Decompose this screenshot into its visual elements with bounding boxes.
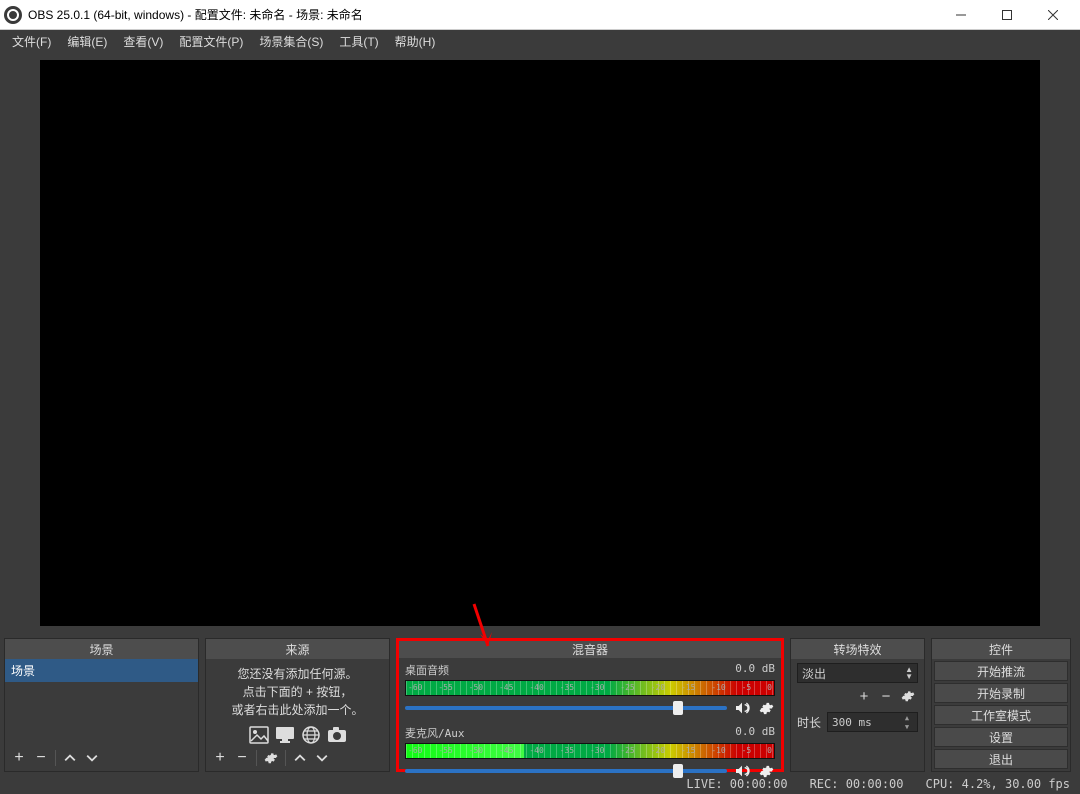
scene-remove-button[interactable]: − [31, 748, 51, 768]
transition-select-value: 淡出 [802, 665, 826, 682]
chevron-updown-icon: ▲▼ [905, 666, 913, 680]
dock-controls-header[interactable]: 控件 [932, 639, 1070, 659]
scene-item[interactable]: 场景 [5, 659, 198, 682]
mixer-channel-name: 桌面音频 [405, 662, 449, 678]
menu-scene-collection[interactable]: 场景集合(S) [251, 31, 331, 52]
globe-icon [300, 725, 322, 745]
maximize-button[interactable] [984, 0, 1030, 30]
scene-up-button[interactable] [60, 748, 80, 768]
dock-sources: 来源 您还没有添加任何源。 点击下面的 + 按钮， 或者右击此处添加一个。 + … [205, 638, 390, 772]
mixer-volume-slider[interactable] [405, 769, 727, 773]
duration-value: 300 ms [832, 716, 872, 729]
sources-hint-line: 您还没有添加任何源。 [214, 665, 381, 683]
start-stream-button[interactable]: 开始推流 [934, 661, 1068, 681]
minimize-button[interactable] [938, 0, 984, 30]
source-down-button[interactable] [312, 748, 332, 768]
dock-transitions: 转场特效 淡出 ▲▼ + − 时长 300 ms ▲▼ [790, 638, 925, 772]
mixer-meter: -60-55-50-45-40-35-30-25-20-15-10-50 [405, 743, 775, 759]
sources-hint: 您还没有添加任何源。 点击下面的 + 按钮， 或者右击此处添加一个。 [206, 659, 389, 725]
close-button[interactable] [1030, 0, 1076, 30]
gear-icon[interactable] [757, 699, 775, 717]
duration-label: 时长 [797, 714, 821, 731]
menu-help[interactable]: 帮助(H) [387, 31, 444, 52]
mixer-volume-slider[interactable] [405, 706, 727, 710]
spinner-arrows-icon[interactable]: ▲▼ [901, 713, 913, 731]
speaker-icon[interactable] [733, 762, 751, 780]
menubar: 文件(F) 编辑(E) 查看(V) 配置文件(P) 场景集合(S) 工具(T) … [0, 30, 1080, 52]
sources-hint-line: 点击下面的 + 按钮， [214, 683, 381, 701]
exit-button[interactable]: 退出 [934, 749, 1068, 769]
menu-tools[interactable]: 工具(T) [331, 31, 386, 52]
status-cpu: CPU: 4.2%, 30.00 fps [926, 777, 1071, 791]
settings-button[interactable]: 设置 [934, 727, 1068, 747]
gear-icon[interactable] [757, 762, 775, 780]
transition-add-button[interactable]: + [854, 686, 874, 706]
docks: 场景 场景 + − 来源 您还没有添加任何源。 点击下面的 + 按钮， 或者右击… [0, 634, 1080, 774]
mixer-channel: 麦克风/Aux 0.0 dB -60-55-50-45-40-35-30-25-… [405, 725, 775, 780]
menu-view[interactable]: 查看(V) [115, 31, 171, 52]
speaker-icon[interactable] [733, 699, 751, 717]
menu-file[interactable]: 文件(F) [4, 31, 59, 52]
camera-icon [326, 725, 348, 745]
scene-add-button[interactable]: + [9, 748, 29, 768]
start-record-button[interactable]: 开始录制 [934, 683, 1068, 703]
dock-scenes-header[interactable]: 场景 [5, 639, 198, 659]
dock-scenes: 场景 场景 + − [4, 638, 199, 772]
dock-mixer: 混音器 桌面音频 0.0 dB -60-55-50-45-40-35-30-25… [396, 638, 784, 772]
studio-mode-button[interactable]: 工作室模式 [934, 705, 1068, 725]
preview-canvas[interactable] [40, 60, 1040, 626]
menu-edit[interactable]: 编辑(E) [59, 31, 115, 52]
duration-input[interactable]: 300 ms ▲▼ [827, 712, 918, 732]
mixer-channel-name: 麦克风/Aux [405, 725, 465, 741]
scene-down-button[interactable] [82, 748, 102, 768]
mixer-meter: -60-55-50-45-40-35-30-25-20-15-10-50 [405, 680, 775, 696]
transition-remove-button[interactable]: − [876, 686, 896, 706]
sources-toolbar: + − [206, 745, 389, 771]
mixer-channel-db: 0.0 dB [735, 662, 775, 678]
scenes-toolbar: + − [5, 745, 198, 771]
menu-profile[interactable]: 配置文件(P) [171, 31, 251, 52]
transition-settings-button[interactable] [898, 686, 918, 706]
dock-controls: 控件 开始推流 开始录制 工作室模式 设置 退出 [931, 638, 1071, 772]
transition-select[interactable]: 淡出 ▲▼ [797, 663, 918, 683]
status-rec: REC: 00:00:00 [810, 777, 904, 791]
dock-transitions-header[interactable]: 转场特效 [791, 639, 924, 659]
preview-area [0, 52, 1080, 634]
mixer-channel: 桌面音频 0.0 dB -60-55-50-45-40-35-30-25-20-… [405, 662, 775, 717]
slider-thumb[interactable] [673, 701, 683, 715]
source-up-button[interactable] [290, 748, 310, 768]
dock-mixer-header[interactable]: 混音器 [399, 641, 781, 658]
source-settings-button[interactable] [261, 748, 281, 768]
dock-sources-header[interactable]: 来源 [206, 639, 389, 659]
source-add-button[interactable]: + [210, 748, 230, 768]
titlebar: OBS 25.0.1 (64-bit, windows) - 配置文件: 未命名… [0, 0, 1080, 30]
mixer-channel-db: 0.0 dB [735, 725, 775, 741]
window-title: OBS 25.0.1 (64-bit, windows) - 配置文件: 未命名… [28, 6, 938, 23]
slider-thumb[interactable] [673, 764, 683, 778]
source-remove-button[interactable]: − [232, 748, 252, 768]
display-icon [274, 725, 296, 745]
app-icon [4, 6, 22, 24]
image-icon [248, 725, 270, 745]
sources-hint-line: 或者右击此处添加一个。 [214, 701, 381, 719]
